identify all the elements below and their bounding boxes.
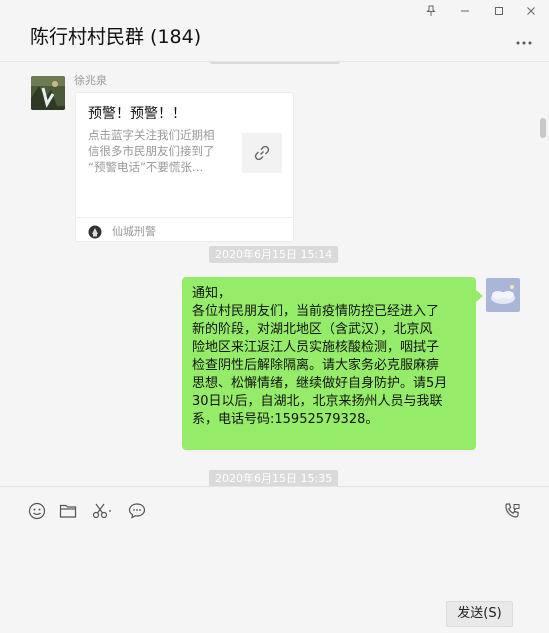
link-icon: [242, 133, 282, 173]
sender-name: 徐兆泉: [74, 74, 107, 87]
scrollbar-thumb[interactable]: [540, 118, 546, 138]
source-logo: [88, 224, 102, 239]
card-desc-line: 信很多市民朋友们接到了: [88, 144, 215, 158]
bubble-tail: [476, 290, 483, 302]
link-card-message[interactable]: 预警！预警！！ 点击蓝字关注我们近期相 信很多市民朋友们接到了 “预警电话”不要…: [75, 92, 294, 242]
timestamp: 2020年6月15日 15:14: [209, 246, 339, 263]
message-line: 30日以后，自湖北，北京来扬州人员与我联: [192, 394, 443, 409]
source-name: 仙城刑警: [112, 225, 156, 238]
emoji-icon[interactable]: [27, 501, 47, 521]
message-line: 思想、松懈情绪，继续做好自身防护。请5月: [192, 376, 448, 391]
more-icon[interactable]: [515, 36, 533, 46]
timestamp: 2020年6月15日 15:35: [209, 470, 339, 486]
avatar[interactable]: [31, 76, 65, 110]
pin-icon[interactable]: [422, 4, 440, 22]
minimize-icon[interactable]: [456, 4, 474, 22]
message-list[interactable]: 徐兆泉 预警！预警！！ 点击蓝字关注我们近期相 信很多市民朋友们接到了 “预警电…: [0, 62, 549, 486]
card-desc-line: 点击蓝字关注我们近期相: [88, 128, 215, 142]
phone-icon[interactable]: [502, 501, 522, 521]
title-bar: 陈行村村民群 (184): [0, 0, 549, 62]
close-icon[interactable]: [522, 4, 540, 22]
send-button[interactable]: 发送(S): [446, 601, 513, 627]
message-line: 系，电话号码:15952579328。: [192, 412, 379, 427]
message-line: 各位村民朋友们，当前疫情防控已经进入了: [192, 304, 440, 319]
chat-title: 陈行村村民群 (184): [30, 26, 202, 48]
card-description: 点击蓝字关注我们近期相 信很多市民朋友们接到了 “预警电话”不要慌张…: [88, 127, 230, 175]
text-message-bubble[interactable]: 通知， 各位村民朋友们，当前疫情防控已经进入了 新的阶段，对湖北地区（含武汉），…: [182, 277, 476, 450]
card-source: 仙城刑警: [76, 217, 293, 242]
chat-bubble-icon[interactable]: [127, 501, 147, 521]
message-line: 险地区来江返江人员实施核酸检测，咽拭子: [192, 340, 440, 355]
message-line: 通知，: [192, 286, 232, 301]
folder-icon[interactable]: [58, 501, 78, 521]
my-avatar[interactable]: [486, 278, 520, 312]
input-area[interactable]: 发送(S): [0, 486, 549, 633]
previous-timestamp-stub: [210, 62, 340, 64]
message-line: 检查阴性后解除隔离。请大家务必克服麻痹: [192, 358, 440, 373]
message-line: 新的阶段，对湖北地区（含武汉），北京风: [192, 322, 433, 337]
card-desc-line: “预警电话”不要慌张…: [88, 160, 204, 174]
card-title: 预警！预警！！: [88, 106, 186, 122]
maximize-icon[interactable]: [490, 4, 508, 22]
scissors-icon[interactable]: [91, 501, 115, 521]
